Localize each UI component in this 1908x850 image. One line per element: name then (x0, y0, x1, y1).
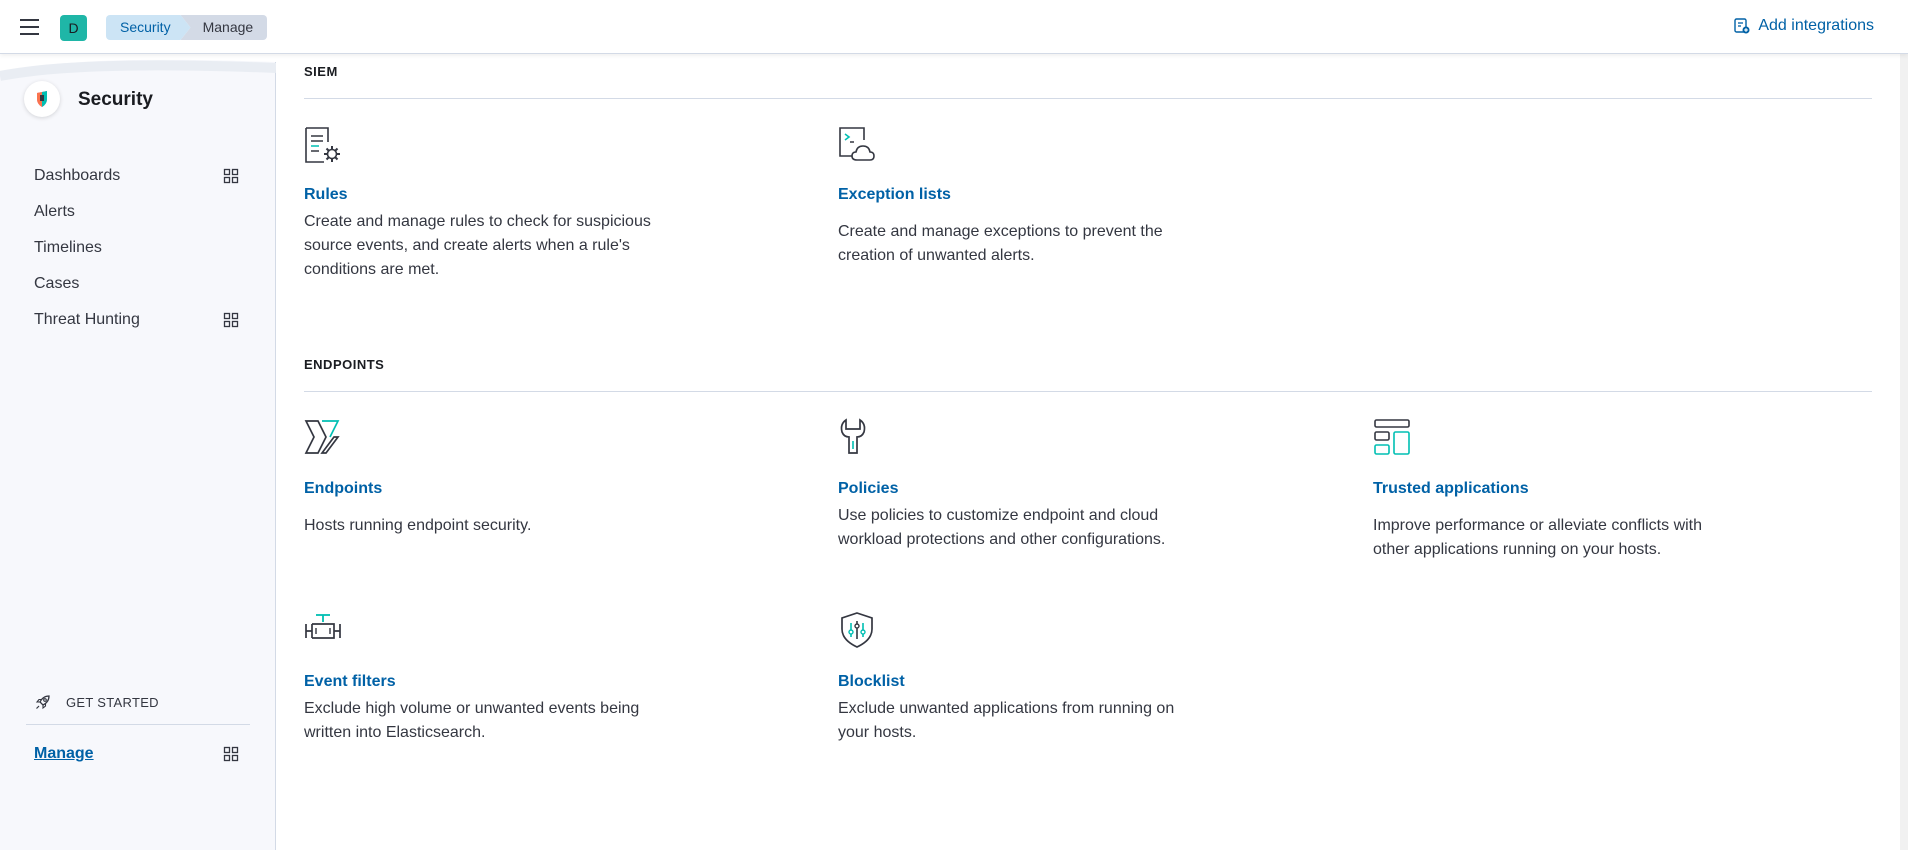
sidebar-item-label: Cases (34, 275, 80, 292)
section-divider (304, 98, 1872, 99)
apps-grid-icon[interactable] (223, 168, 239, 184)
get-started-label: GET STARTED (66, 694, 159, 710)
section-title-siem: SIEM (304, 64, 338, 79)
sidebar-item-label: Manage (34, 745, 94, 762)
card-exception-lists: Exception lists Create and manage except… (838, 126, 1198, 264)
sidebar-item-label: Alerts (34, 203, 75, 220)
sidebar: Security Dashboards Alerts Timelines Cas… (0, 54, 276, 850)
hamburger-menu-icon[interactable] (18, 15, 42, 39)
trusted-applications-icon (1374, 419, 1410, 455)
section-divider (304, 391, 1872, 392)
card-title-event-filters[interactable]: Event filters (304, 673, 396, 691)
rocket-icon (35, 695, 50, 710)
section-title-endpoints: ENDPOINTS (304, 357, 385, 372)
card-description: Create and manage rules to check for sus… (304, 213, 651, 278)
card-description: Exclude high volume or unwanted events b… (304, 700, 640, 741)
card-description: Create and manage exceptions to prevent … (838, 223, 1163, 264)
apps-grid-icon[interactable] (223, 746, 239, 762)
card-rules: Rules Create and manage rules to check f… (304, 126, 664, 278)
card-title-exception-lists[interactable]: Exception lists (838, 186, 951, 204)
breadcrumb: Security Manage (106, 15, 268, 40)
card-trusted-applications: Trusted applications Improve performance… (1373, 418, 1733, 558)
sidebar-item-cases[interactable]: Cases (34, 272, 239, 296)
integrations-icon (1734, 18, 1750, 34)
card-description: Improve performance or alleviate conflic… (1373, 517, 1703, 558)
card-title-endpoints[interactable]: Endpoints (304, 480, 382, 498)
add-integrations-button[interactable]: Add integrations (1734, 17, 1874, 35)
sidebar-item-label: Dashboards (34, 167, 121, 184)
sidebar-item-dashboards[interactable]: Dashboards (34, 164, 239, 188)
sidebar-title: Security (78, 89, 153, 110)
card-title-policies[interactable]: Policies (838, 480, 898, 498)
sidebar-item-label: Threat Hunting (34, 311, 140, 328)
card-endpoints: Endpoints Hosts running endpoint securit… (304, 418, 664, 534)
sidebar-item-manage[interactable]: Manage (34, 742, 239, 766)
top-header: D Security Manage Add integrations (0, 0, 1908, 54)
card-description: Hosts running endpoint security. (304, 517, 532, 534)
card-title-rules[interactable]: Rules (304, 186, 348, 204)
breadcrumb-security[interactable]: Security (106, 15, 191, 40)
sidebar-item-label: Timelines (34, 239, 102, 256)
card-event-filters: Event filters Exclude high volume or unw… (304, 611, 664, 741)
sidebar-item-timelines[interactable]: Timelines (34, 236, 239, 260)
blocklist-icon (841, 612, 873, 648)
apps-grid-icon[interactable] (223, 312, 239, 328)
sidebar-item-alerts[interactable]: Alerts (34, 200, 239, 224)
main-content: SIEM Rules Create and manage rules to ch… (277, 54, 1908, 850)
event-filters-icon (305, 614, 341, 639)
card-title-trusted-applications[interactable]: Trusted applications (1373, 480, 1529, 498)
security-logo-icon (24, 81, 60, 117)
add-integrations-label: Add integrations (1758, 17, 1874, 34)
sidebar-divider (26, 724, 250, 725)
card-description: Use policies to customize endpoint and c… (838, 507, 1166, 548)
card-title-blocklist[interactable]: Blocklist (838, 673, 905, 691)
breadcrumb-manage: Manage (180, 15, 268, 40)
policies-icon (840, 418, 866, 454)
sidebar-item-threat-hunting[interactable]: Threat Hunting (34, 308, 239, 332)
card-description: Exclude unwanted applications from runni… (838, 700, 1175, 741)
endpoints-icon (304, 420, 340, 454)
card-blocklist: Blocklist Exclude unwanted applications … (838, 611, 1198, 741)
vertical-scrollbar[interactable] (1900, 30, 1908, 850)
space-avatar[interactable]: D (60, 15, 87, 41)
get-started-link[interactable]: GET STARTED (34, 693, 159, 711)
exception-lists-icon (839, 127, 875, 161)
card-policies: Policies Use policies to customize endpo… (838, 418, 1198, 548)
rules-icon (305, 127, 340, 163)
